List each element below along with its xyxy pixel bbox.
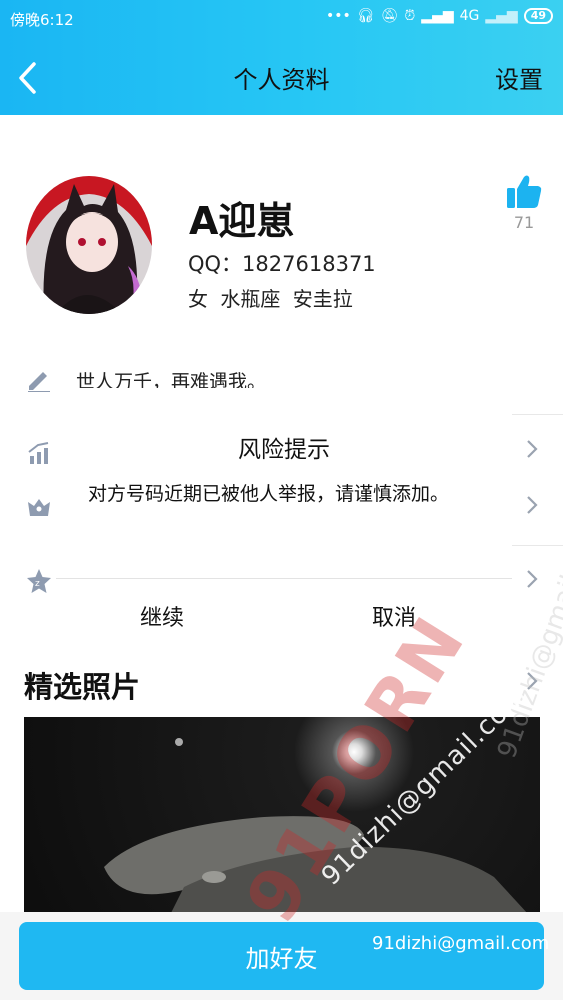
avatar-illustration (26, 176, 152, 314)
pencil-icon (28, 372, 50, 392)
profile-name: A迎崽 (189, 199, 295, 243)
settings-button[interactable]: 设置 (495, 60, 543, 95)
chevron-right-icon[interactable] (524, 494, 540, 516)
page-title: 个人资料 (233, 66, 330, 94)
divider (512, 545, 563, 546)
battery-indicator: 49 (523, 8, 553, 24)
status-time: 傍晚6:12 (10, 11, 74, 29)
chevron-right-icon[interactable] (524, 438, 540, 460)
status-icons: ••• 🎧︎ 🔕︎ ⏰︎ ▂▄▆ 4G ▂▄▆ 49 (326, 8, 553, 24)
network-type: 4G (459, 8, 480, 24)
alarm-icon: ⏰︎ (404, 8, 416, 24)
qq-number: QQ：1827618371 (188, 252, 376, 276)
add-friend-label: 加好友 (245, 944, 318, 973)
section-title-photos: 精选照片 (24, 670, 141, 704)
signal2-icon: ▂▄▆ (485, 8, 518, 24)
continue-button[interactable]: 继续 (140, 600, 184, 632)
dialog-message: 对方号码近期已被他人举报，请谨慎添加。 (88, 483, 450, 505)
svg-text:z: z (35, 579, 40, 589)
headphones-icon: 🎧︎ (356, 8, 375, 24)
chevron-right-icon[interactable] (524, 568, 540, 590)
avatar[interactable] (26, 176, 152, 314)
dialog-divider (56, 578, 512, 579)
status-bar: 傍晚6:12 ••• 🎧︎ 🔕︎ ⏰︎ ▂▄▆ 4G ▂▄▆ 49 (0, 0, 563, 38)
risk-warning-dialog: 风险提示 对方号码近期已被他人举报，请谨慎添加。 继续 取消 (56, 388, 512, 652)
mute-bell-icon: 🔕︎ (380, 8, 399, 24)
crown-icon (28, 499, 50, 516)
level-chart-icon (28, 442, 49, 464)
thumbs-up-icon[interactable] (506, 173, 542, 209)
like-count: 71 (513, 213, 535, 232)
divider (512, 414, 563, 415)
qzone-star-icon: z (27, 569, 51, 593)
signal-icon: ▂▄▆ (421, 8, 454, 24)
watermark-email-bottom: 91dizhi@gmail.com (372, 933, 550, 954)
dialog-title: 风险提示 (238, 437, 330, 463)
more-dots-icon: ••• (326, 8, 351, 24)
profile-info: 女 水瓶座 安圭拉 (188, 287, 353, 311)
